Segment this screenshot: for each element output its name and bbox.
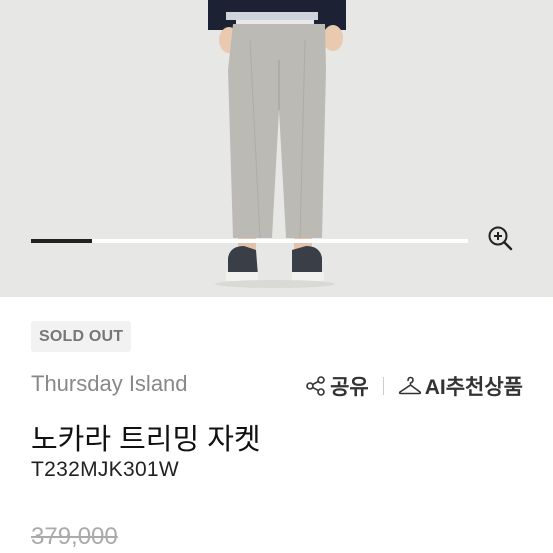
gallery-progress-bar <box>31 239 468 243</box>
product-name: 노카라 트리밍 자켓 <box>31 424 261 456</box>
zoom-button[interactable] <box>486 224 522 260</box>
share-button[interactable]: 공유 <box>305 371 369 401</box>
product-actions: 공유 AI추천상품 <box>305 371 523 401</box>
product-photo <box>208 0 346 288</box>
status-badge: SOLD OUT <box>31 321 132 352</box>
zoom-in-icon <box>488 226 513 251</box>
original-price: 379,000 <box>31 523 118 550</box>
ai-recommend-label: AI추천상품 <box>424 376 523 399</box>
share-icon <box>306 376 325 396</box>
share-label: 공유 <box>330 376 369 399</box>
product-image[interactable] <box>0 0 553 297</box>
brand-link[interactable]: Thursday Island <box>31 371 188 397</box>
hanger-icon <box>398 376 421 395</box>
product-code: T232MJK301W <box>31 458 180 481</box>
gallery-progress-fill <box>31 239 93 243</box>
action-divider <box>382 377 384 395</box>
ai-recommend-button[interactable]: AI추천상품 <box>398 371 523 401</box>
